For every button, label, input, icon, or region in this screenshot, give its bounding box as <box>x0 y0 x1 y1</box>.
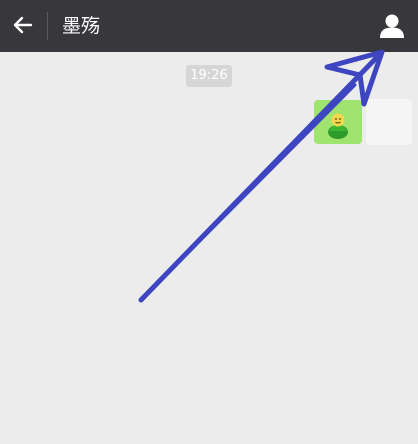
back-button[interactable] <box>6 8 40 42</box>
sticker-face-icon <box>328 113 348 139</box>
chat-header: 墨殇 <box>0 0 418 52</box>
message-timestamp: 19:26 <box>186 65 232 87</box>
back-arrow-icon <box>13 16 33 34</box>
header-divider <box>47 12 48 40</box>
sender-avatar[interactable] <box>366 99 412 145</box>
profile-button[interactable] <box>376 10 408 42</box>
person-icon <box>380 14 404 38</box>
chat-title: 墨殇 <box>62 15 101 37</box>
sticker-message[interactable] <box>314 100 362 144</box>
message-row <box>0 95 418 155</box>
